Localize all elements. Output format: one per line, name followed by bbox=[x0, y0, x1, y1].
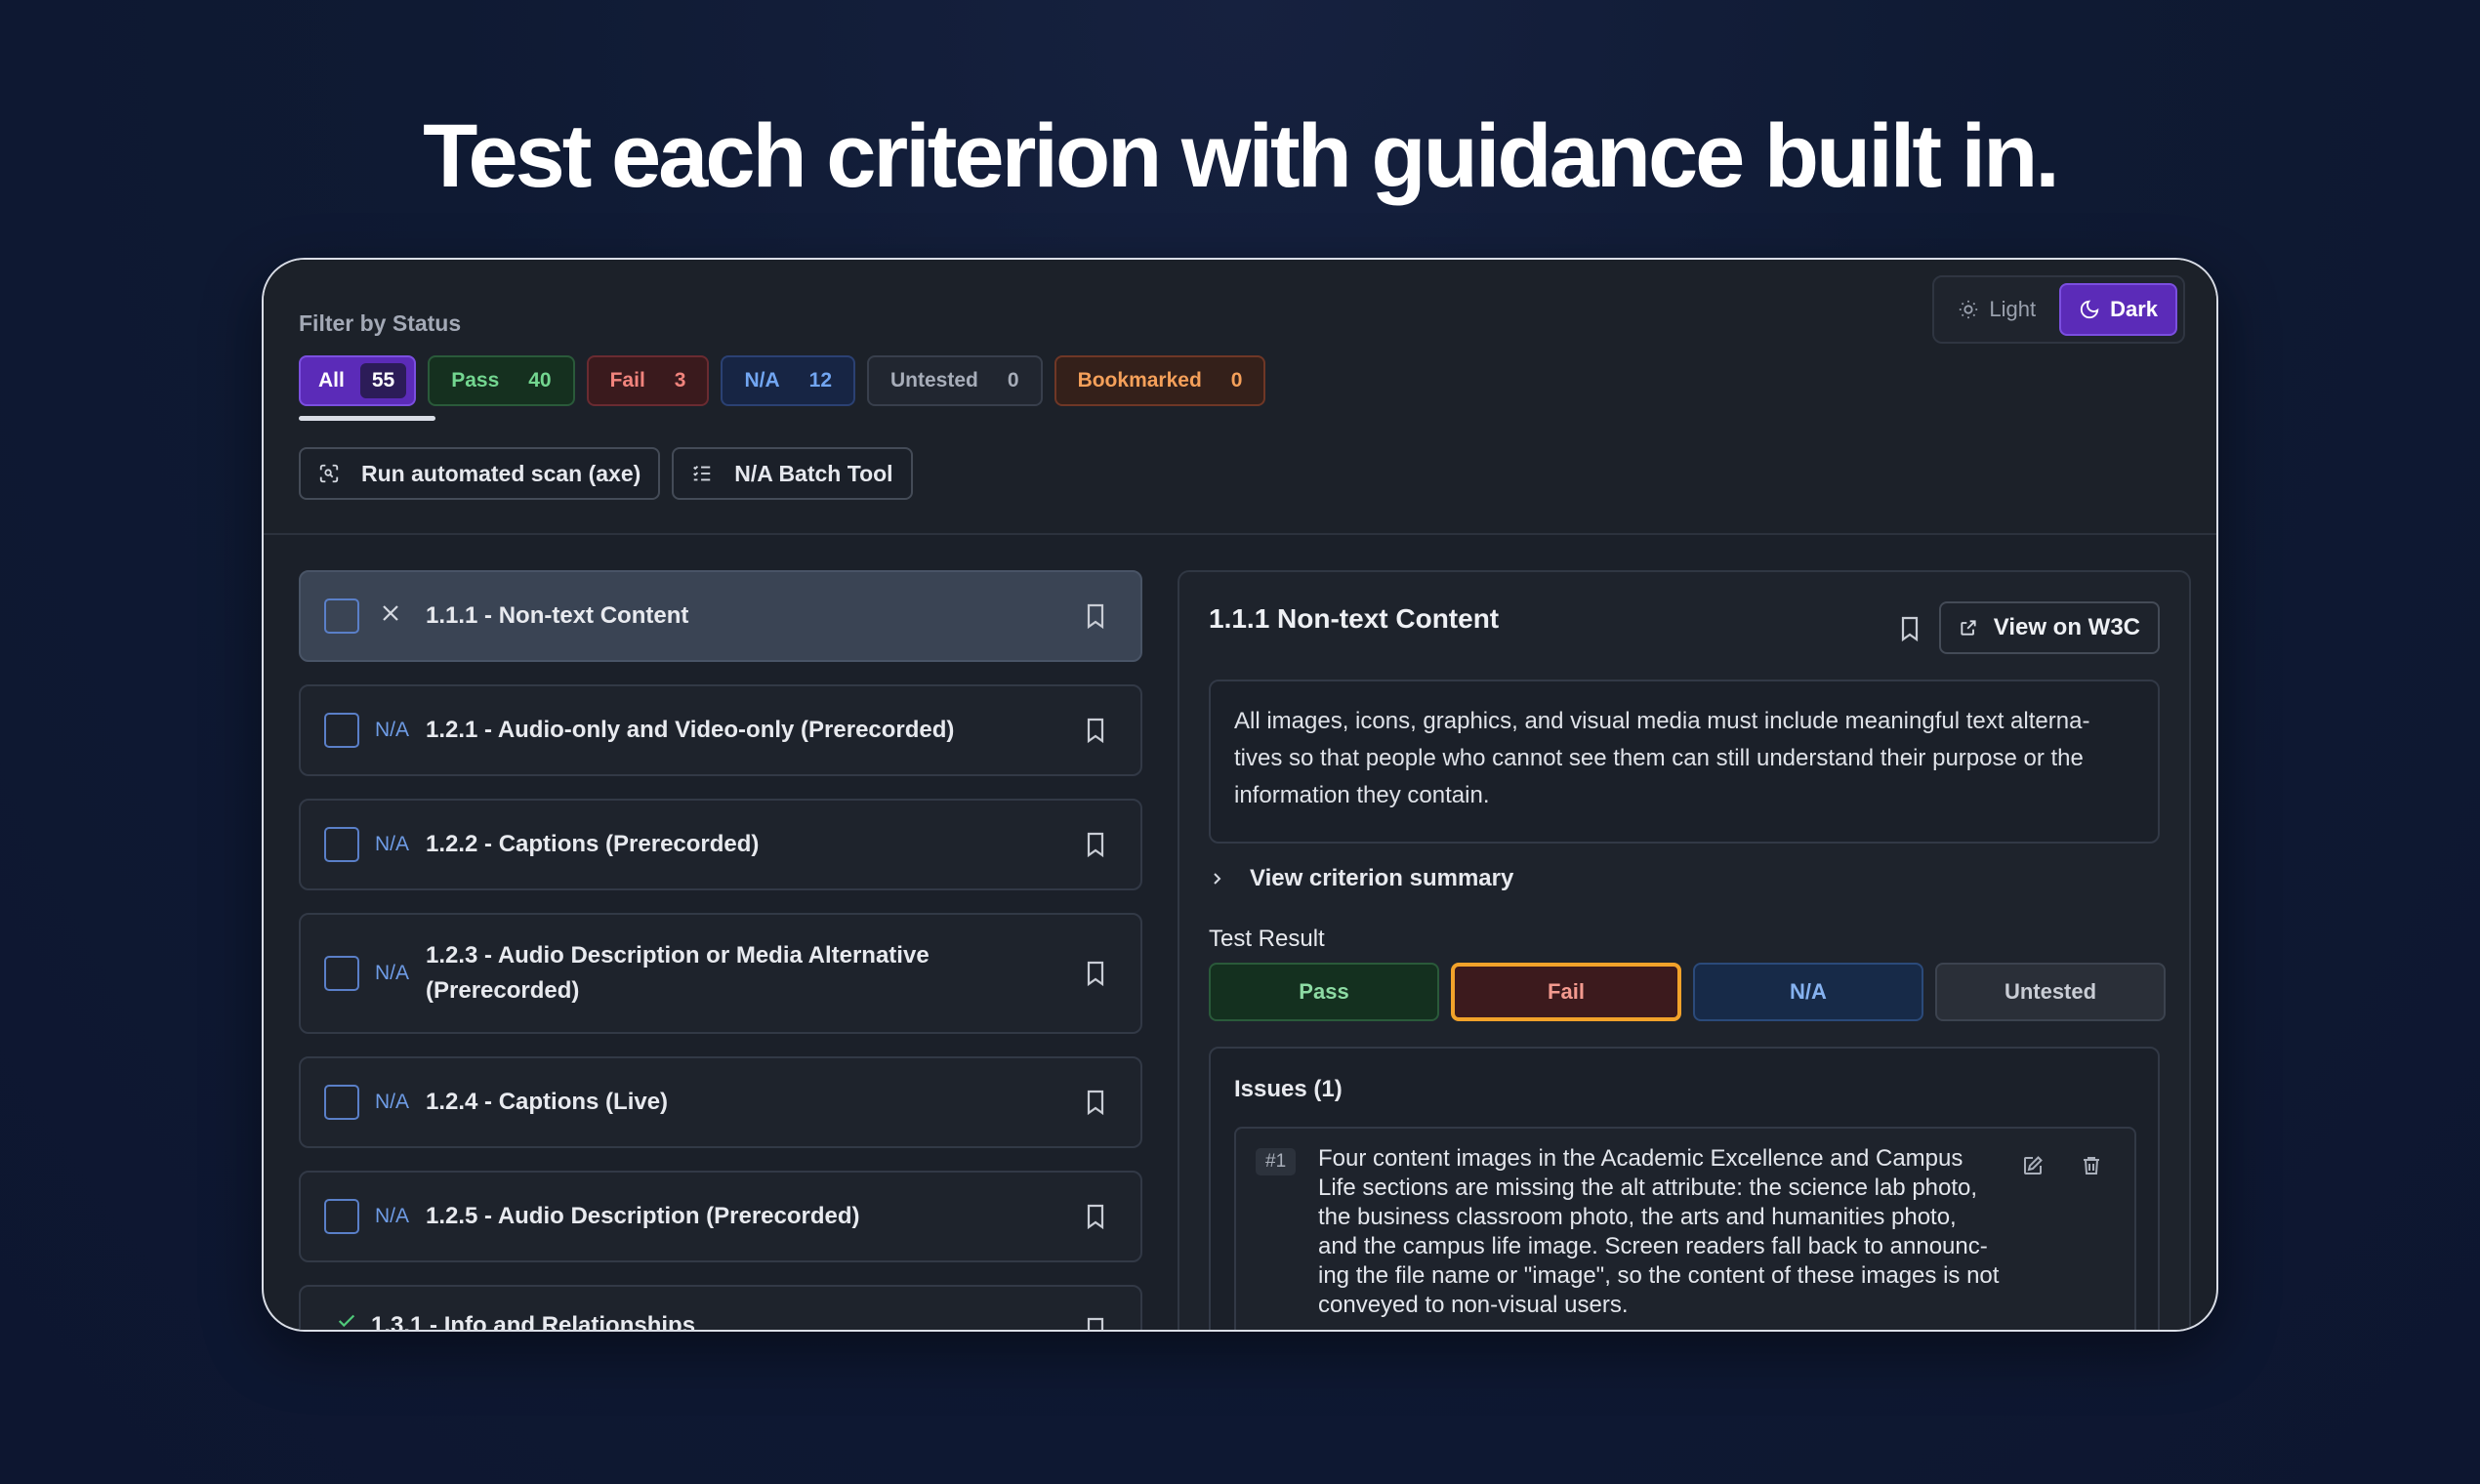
filter-toolbar: Filter by Status All 55 Pass 40 Fail 3 N… bbox=[264, 260, 2216, 535]
theme-dark-button[interactable]: Dark bbox=[2059, 283, 2177, 336]
chip-count: 40 bbox=[528, 369, 552, 392]
filter-chip-all[interactable]: All 55 bbox=[299, 355, 417, 406]
issues-section: Issues (1) #1 Four content images in the… bbox=[1209, 1047, 2160, 1330]
theme-light-label: Light bbox=[1989, 297, 2037, 321]
na-batch-tool-button[interactable]: N/A Batch Tool bbox=[672, 447, 913, 500]
chip-label: Pass bbox=[451, 369, 500, 392]
bookmark-icon[interactable] bbox=[1084, 602, 1107, 630]
headline: Test each criterion with guidance built … bbox=[423, 106, 2060, 206]
criterion-title: 1.2.5 - Audio Description (Prerecorded) bbox=[426, 1203, 860, 1229]
issues-title: Issues (1) bbox=[1234, 1076, 1343, 1102]
checklist-icon bbox=[693, 466, 711, 481]
filter-chip-pass[interactable]: Pass 40 bbox=[428, 355, 575, 406]
chip-label: Untested bbox=[890, 369, 978, 392]
result-na-button[interactable]: N/A bbox=[1693, 963, 1923, 1021]
bookmark-icon[interactable] bbox=[1084, 960, 1107, 987]
chevron-right-icon bbox=[1214, 873, 1221, 885]
bookmark-icon[interactable] bbox=[1084, 717, 1107, 744]
external-link-icon bbox=[1961, 620, 1976, 636]
criterion-title: 1.1.1 - Non-text Content bbox=[426, 602, 689, 629]
criterion-row[interactable]: N/A 1.2.1 - Audio-only and Video-only (P… bbox=[299, 684, 1142, 776]
criterion-title: 1.2.1 - Audio-only and Video-only (Prere… bbox=[426, 717, 955, 743]
criterion-title: 1.2.2 - Captions (Prerecorded) bbox=[426, 831, 760, 857]
chip-count: 12 bbox=[808, 369, 833, 392]
criterion-checkbox[interactable] bbox=[324, 598, 359, 634]
criterion-row[interactable]: N/A 1.2.2 - Captions (Prerecorded) bbox=[299, 799, 1142, 890]
tool-buttons: Run automated scan (axe) N/A Batch Tool bbox=[299, 447, 913, 500]
result-fail-button[interactable]: Fail bbox=[1451, 963, 1681, 1021]
active-filter-underline bbox=[299, 416, 435, 421]
sun-icon bbox=[1960, 300, 1978, 319]
detail-title: 1.1.1 Non-text Content bbox=[1209, 603, 1500, 634]
theme-toggle: Light Dark bbox=[1932, 275, 2185, 344]
criterion-status: N/A bbox=[375, 962, 410, 984]
criterion-row[interactable]: N/A 1.2.4 - Captions (Live) bbox=[299, 1056, 1142, 1148]
issue-card: #1 Four content images in the Academic E… bbox=[1234, 1127, 2136, 1330]
chip-count: 55 bbox=[359, 363, 407, 398]
scan-icon bbox=[319, 464, 339, 483]
fail-status bbox=[379, 601, 418, 631]
criterion-checkbox[interactable] bbox=[324, 713, 359, 748]
status-filter-chips: All 55 Pass 40 Fail 3 N/A 12 Untested 0 … bbox=[299, 355, 1266, 406]
app-window: Filter by Status All 55 Pass 40 Fail 3 N… bbox=[262, 258, 2218, 1332]
chip-label: Fail bbox=[609, 369, 645, 392]
bookmark-icon[interactable] bbox=[1084, 1089, 1107, 1116]
criterion-status: N/A bbox=[375, 1205, 410, 1227]
criterion-row[interactable]: N/A 1.2.5 - Audio Description (Prerecord… bbox=[299, 1171, 1142, 1262]
result-untested-button[interactable]: Untested bbox=[1935, 963, 2166, 1021]
chip-label: Bookmarked bbox=[1077, 369, 1202, 392]
bookmark-icon[interactable] bbox=[1084, 1316, 1107, 1332]
criterion-checkbox[interactable] bbox=[324, 827, 359, 862]
pass-status bbox=[336, 1310, 375, 1330]
na-batch-tool-label: N/A Batch Tool bbox=[734, 460, 893, 486]
filter-chip-untested[interactable]: Untested 0 bbox=[867, 355, 1043, 406]
criterion-title: 1.3.1 - Info and Relationships bbox=[371, 1312, 696, 1332]
issue-number: #1 bbox=[1256, 1148, 1297, 1175]
filter-chip-fail[interactable]: Fail 3 bbox=[586, 355, 710, 406]
theme-light-button[interactable]: Light bbox=[1940, 283, 2053, 336]
edit-icon[interactable] bbox=[2021, 1154, 2045, 1177]
check-icon bbox=[338, 1314, 355, 1328]
trash-icon[interactable] bbox=[2080, 1154, 2103, 1177]
view-on-w3c-button[interactable]: View on W3C bbox=[1938, 601, 2160, 654]
criterion-checkbox[interactable] bbox=[324, 956, 359, 991]
criterion-row[interactable]: 1.1.1 - Non-text Content bbox=[299, 570, 1142, 662]
run-scan-button[interactable]: Run automated scan (axe) bbox=[299, 447, 661, 500]
filter-chip-bookmarked[interactable]: Bookmarked 0 bbox=[1054, 355, 1266, 406]
view-on-w3c-label: View on W3C bbox=[1993, 614, 2140, 640]
result-pass-button[interactable]: Pass bbox=[1209, 963, 1439, 1021]
criterion-title: 1.2.4 - Captions (Live) bbox=[426, 1089, 669, 1115]
bookmark-icon[interactable] bbox=[1084, 1203, 1107, 1230]
criterion-status: N/A bbox=[375, 719, 410, 741]
filter-label: Filter by Status bbox=[299, 310, 462, 336]
chip-label: All bbox=[318, 369, 345, 392]
theme-dark-label: Dark bbox=[2110, 297, 2158, 321]
x-icon bbox=[383, 605, 398, 621]
criterion-summary-toggle[interactable]: View criterion summary bbox=[1209, 865, 1513, 892]
criterion-title: 1.2.3 - Audio Description or Media Alter… bbox=[426, 942, 930, 1004]
criterion-status: N/A bbox=[375, 833, 410, 855]
criterion-row[interactable]: N/A 1.2.3 - Audio Description or Media A… bbox=[299, 913, 1142, 1034]
criterion-summary-label: View criterion summary bbox=[1250, 865, 1514, 891]
issue-text: Four content images in the Academic Exce… bbox=[1318, 1145, 2000, 1318]
criterion-checkbox[interactable] bbox=[324, 1085, 359, 1120]
chip-label: N/A bbox=[744, 369, 780, 392]
criterion-checkbox[interactable] bbox=[324, 1199, 359, 1234]
moon-icon bbox=[2080, 300, 2099, 319]
chip-count: 0 bbox=[1007, 369, 1019, 392]
chip-count: 3 bbox=[674, 369, 686, 392]
test-result-buttons: Pass Fail N/A Untested bbox=[1209, 963, 2166, 1021]
bookmark-icon[interactable] bbox=[1898, 615, 1922, 642]
chip-count: 0 bbox=[1230, 369, 1243, 392]
criterion-status: N/A bbox=[375, 1091, 410, 1113]
test-result-label: Test Result bbox=[1209, 926, 1325, 952]
bookmark-icon[interactable] bbox=[1084, 831, 1107, 858]
run-scan-label: Run automated scan (axe) bbox=[361, 460, 641, 486]
criterion-description: All images, icons, graphics, and visual … bbox=[1209, 680, 2160, 844]
criterion-row[interactable]: 1.3.1 - Info and Relationships bbox=[299, 1285, 1142, 1332]
filter-chip-na[interactable]: N/A 12 bbox=[721, 355, 856, 406]
criterion-detail-panel: 1.1.1 Non-text Content View on W3C All i… bbox=[1178, 570, 2191, 1330]
